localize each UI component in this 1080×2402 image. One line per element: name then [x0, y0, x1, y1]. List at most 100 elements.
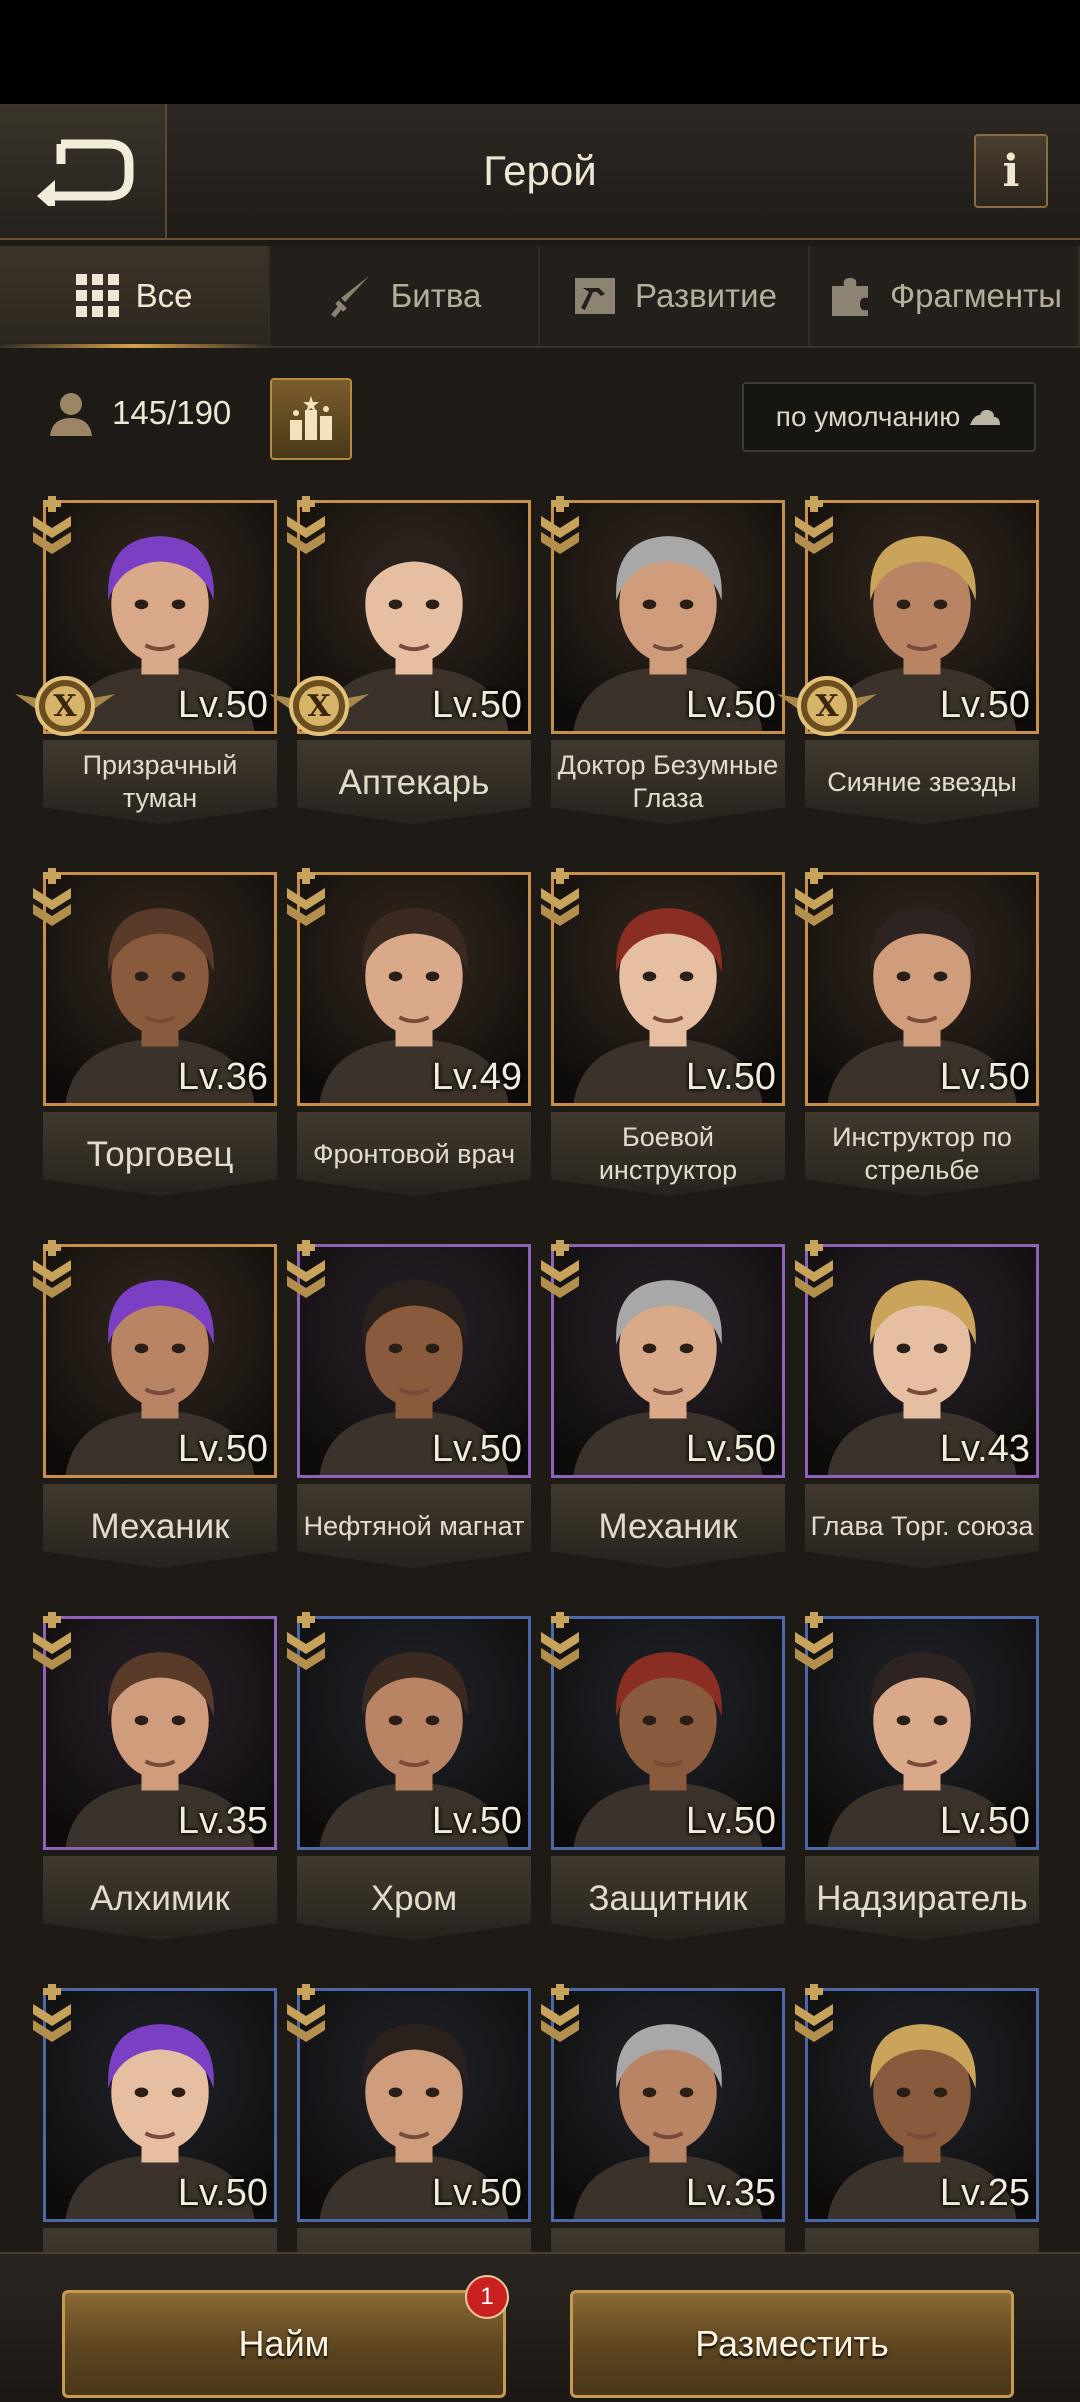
place-button[interactable]: Разместить	[570, 2290, 1014, 2398]
hero-card[interactable]: Lv.50 Боевой инструктор	[541, 868, 785, 1202]
tab-bar: Все Битва Развитие Фрагменты	[0, 246, 1080, 348]
hero-level: Lv.50	[431, 2172, 522, 2214]
hero-name: Инструктор по стрельбе	[805, 1112, 1039, 1196]
back-button[interactable]	[0, 104, 167, 238]
hero-name: Боевой инструктор	[551, 1112, 785, 1196]
tab-development[interactable]: Развитие	[540, 246, 810, 346]
rank-chevron-icon	[33, 868, 71, 926]
hero-portrait: Lv.35	[43, 1616, 277, 1850]
hero-level: Lv.50	[685, 1800, 776, 1842]
rank-chevron-icon	[33, 496, 71, 554]
sort-dropdown[interactable]: по умолчанию	[742, 382, 1036, 452]
rank-chevron-icon	[541, 868, 579, 926]
hero-card[interactable]: Lv.50 Механик	[33, 1240, 277, 1574]
hero-card[interactable]: Lv.50 X Сияние звезды	[777, 496, 1039, 830]
hero-name: Сияние звезды	[805, 740, 1039, 824]
hero-portrait: Lv.50	[297, 1244, 531, 1478]
hero-level: Lv.50	[685, 1428, 776, 1470]
hero-portrait: Lv.25	[805, 1988, 1039, 2222]
svg-text:X: X	[53, 689, 77, 724]
hero-portrait: Lv.35	[551, 1988, 785, 2222]
sort-label: по умолчанию	[775, 401, 961, 432]
back-arrow-icon	[36, 139, 133, 206]
hero-portrait: Lv.50	[551, 872, 785, 1106]
rank-chevron-icon	[795, 868, 833, 926]
hero-card[interactable]: Lv.50 Инструктор по стрельбе	[795, 868, 1039, 1202]
rank-chevron-icon	[287, 1240, 325, 1298]
hero-level: Lv.50	[431, 1800, 522, 1842]
hero-name: Защитник	[551, 1856, 785, 1940]
hero-level: Lv.50	[177, 684, 268, 726]
info-button[interactable]: i	[974, 134, 1048, 208]
rank-chevron-icon	[33, 1240, 71, 1298]
hero-card[interactable]: Lv.50 Защитник	[541, 1612, 785, 1946]
hero-card[interactable]: Lv.50 Доктор Безумные Глаза	[541, 496, 785, 830]
hero-portrait: Lv.50	[43, 1244, 277, 1478]
hero-card[interactable]: Lv.50 Механик	[541, 1240, 785, 1574]
hero-card[interactable]: Lv.50 X Аптекарь	[269, 496, 531, 830]
hero-level: Lv.35	[685, 2172, 776, 2214]
tab-battle[interactable]: Битва	[270, 246, 540, 346]
hero-portrait: Lv.50	[551, 500, 785, 734]
hero-name: Алхимик	[43, 1856, 277, 1940]
rank-chevron-icon	[795, 1984, 833, 2042]
hire-button[interactable]: Найм 1	[62, 2275, 509, 2398]
hero-name: Механик	[43, 1484, 277, 1568]
hero-level: Lv.43	[939, 1428, 1030, 1470]
tab-all[interactable]: Все	[0, 246, 270, 348]
podium-icon	[290, 396, 332, 440]
hero-name: Нефтяной магнат	[297, 1484, 531, 1568]
hero-card[interactable]: Lv.50 X Призрачный туман	[15, 496, 277, 830]
rank-chevron-icon	[541, 496, 579, 554]
hero-portrait: Lv.50	[805, 872, 1039, 1106]
hero-card[interactable]: Lv.36 Торговец	[33, 868, 277, 1202]
hero-portrait: Lv.49	[297, 872, 531, 1106]
hero-level: Lv.50	[431, 1428, 522, 1470]
tab-label: Развитие	[635, 277, 777, 314]
rank-chevron-icon	[795, 1240, 833, 1298]
hero-card[interactable]: Lv.50 Хром	[287, 1612, 531, 1946]
rank-chevron-icon	[541, 1240, 579, 1298]
hero-name: Механик	[551, 1484, 785, 1568]
header: Герой i	[0, 104, 1080, 240]
hammer-icon	[575, 278, 616, 314]
x-rank-badge-icon: X	[777, 676, 877, 736]
rank-chevron-icon	[795, 496, 833, 554]
hero-card[interactable]: Lv.43 Глава Торг. союза	[795, 1240, 1039, 1574]
hero-card[interactable]: Lv.49 Фронтовой врач	[287, 868, 531, 1202]
hero-name: Хром	[297, 1856, 531, 1940]
hero-portrait: Lv.43	[805, 1244, 1039, 1478]
rank-chevron-icon	[287, 868, 325, 926]
hero-level: Lv.35	[177, 1800, 268, 1842]
hero-name: Фронтовой врач	[297, 1112, 531, 1196]
hero-count-value: 145/190	[112, 394, 232, 431]
notification-badge: 1	[465, 2275, 509, 2319]
hero-level: Lv.50	[685, 684, 776, 726]
tab-label: Битва	[390, 277, 482, 314]
hero-card[interactable]: Lv.50 Нефтяной магнат	[287, 1240, 531, 1574]
hero-level: Lv.50	[939, 1800, 1030, 1842]
tab-fragments[interactable]: Фрагменты	[810, 246, 1080, 346]
hero-portrait: Lv.50	[805, 1616, 1039, 1850]
hire-label: Найм	[238, 2323, 330, 2364]
x-rank-badge-icon: X	[269, 676, 369, 736]
puzzle-icon	[832, 278, 869, 316]
svg-text:X: X	[815, 689, 839, 724]
hero-portrait: Lv.50	[551, 1244, 785, 1478]
tab-label: Фрагменты	[890, 277, 1062, 314]
hero-portrait: Lv.50	[551, 1616, 785, 1850]
hero-portrait: Lv.50	[43, 1988, 277, 2222]
hero-level: Lv.50	[685, 1056, 776, 1098]
hero-level: Lv.50	[177, 1428, 268, 1470]
rank-chevron-icon	[287, 1984, 325, 2042]
ranking-button[interactable]	[270, 378, 352, 460]
bottom-bar: Найм 1 Разместить	[0, 2252, 1080, 2402]
hero-card[interactable]: Lv.35 Алхимик	[33, 1612, 277, 1946]
hero-card[interactable]: Lv.50 Надзиратель	[795, 1612, 1039, 1946]
hero-name: Надзиратель	[805, 1856, 1039, 1940]
hero-count: 145/190	[48, 390, 231, 436]
rank-chevron-icon	[287, 1612, 325, 1670]
rank-chevron-icon	[541, 1984, 579, 2042]
hero-name: Аптекарь	[297, 740, 531, 824]
hero-level: Lv.50	[177, 2172, 268, 2214]
